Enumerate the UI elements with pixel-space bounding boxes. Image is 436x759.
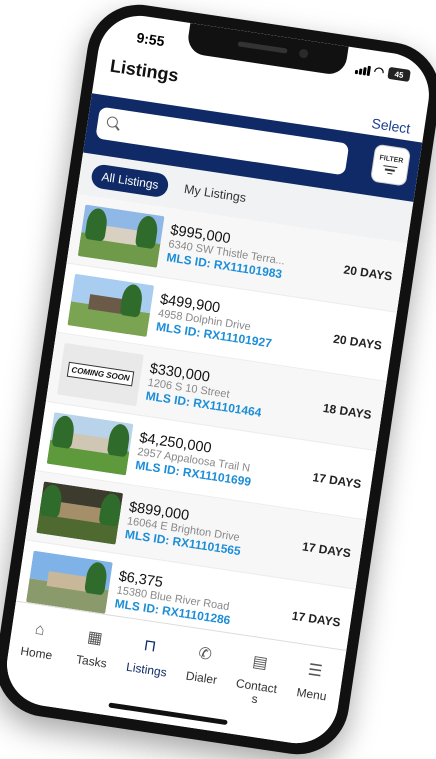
nav-menu[interactable]: ☰ Menu [278, 657, 342, 749]
search-icon [106, 115, 119, 129]
listing-info: $995,000 6340 SW Thistle Terra... MLS ID… [166, 222, 341, 289]
listing-photo [67, 273, 155, 337]
tab-all-listings[interactable]: All Listings [90, 163, 171, 199]
speaker [237, 41, 288, 54]
phone-frame: 9:55 ◠ 45 Listings Select FILTER All Lis… [0, 0, 436, 759]
listing-info: $4,250,000 2957 Appaloosa Trail N MLS ID… [135, 430, 310, 497]
listing-photo: COMING SOON [57, 342, 144, 406]
listing-days: 18 DAYS [322, 400, 373, 422]
filter-label: FILTER [379, 154, 404, 165]
nav-contacts[interactable]: ▤ Contact s [223, 649, 287, 741]
contact-card-icon: ▤ [251, 653, 269, 673]
status-time: 9:55 [135, 29, 166, 50]
listing-days: 17 DAYS [291, 608, 342, 630]
nav-label: Home [19, 643, 54, 663]
battery-icon: 45 [387, 66, 411, 82]
listing-photo [77, 203, 165, 268]
nav-home[interactable]: ⌂ Home [3, 616, 67, 708]
coming-soon-sign: COMING SOON [66, 361, 135, 387]
listing-days: 20 DAYS [342, 261, 394, 284]
listing-info: $330,000 1206 S 10 Street MLS ID: RX1110… [145, 360, 320, 427]
sign-icon: ⊓ [142, 637, 158, 656]
nav-label: Tasks [75, 652, 108, 671]
nav-label: Listings [125, 659, 168, 680]
listing-info: $899,000 16064 E Brighton Drive MLS ID: … [124, 499, 299, 566]
filter-button[interactable]: FILTER [369, 143, 412, 187]
status-icons: ◠ 45 [354, 61, 411, 83]
listing-days: 17 DAYS [311, 469, 363, 491]
home-icon: ⌂ [33, 620, 46, 640]
calendar-icon: ▦ [86, 628, 104, 648]
wifi-icon: ◠ [372, 63, 386, 80]
listing-info: $499,900 4958 Dolphin Drive MLS ID: RX11… [155, 291, 330, 358]
nav-label: Dialer [184, 668, 219, 688]
page-title: Listings [108, 55, 180, 86]
tab-my-listings[interactable]: My Listings [176, 176, 253, 211]
listings-list: $995,000 6340 SW Thistle Terra... MLS ID… [14, 194, 408, 659]
phone-icon: ✆ [197, 645, 213, 664]
listing-days: 17 DAYS [301, 538, 352, 560]
menu-icon: ☰ [306, 661, 324, 681]
nav-label: Menu [295, 685, 328, 704]
listing-photo [36, 480, 124, 545]
screen: 9:55 ◠ 45 Listings Select FILTER All Lis… [1, 10, 435, 749]
select-button[interactable]: Select [371, 115, 412, 137]
camera [298, 48, 309, 59]
nav-label: Contact s [235, 676, 279, 707]
signal-icon [354, 62, 371, 76]
listing-days: 20 DAYS [332, 331, 383, 353]
filter-icon [382, 164, 398, 175]
nav-tasks[interactable]: ▦ Tasks [58, 624, 122, 716]
listing-photo [46, 411, 134, 475]
